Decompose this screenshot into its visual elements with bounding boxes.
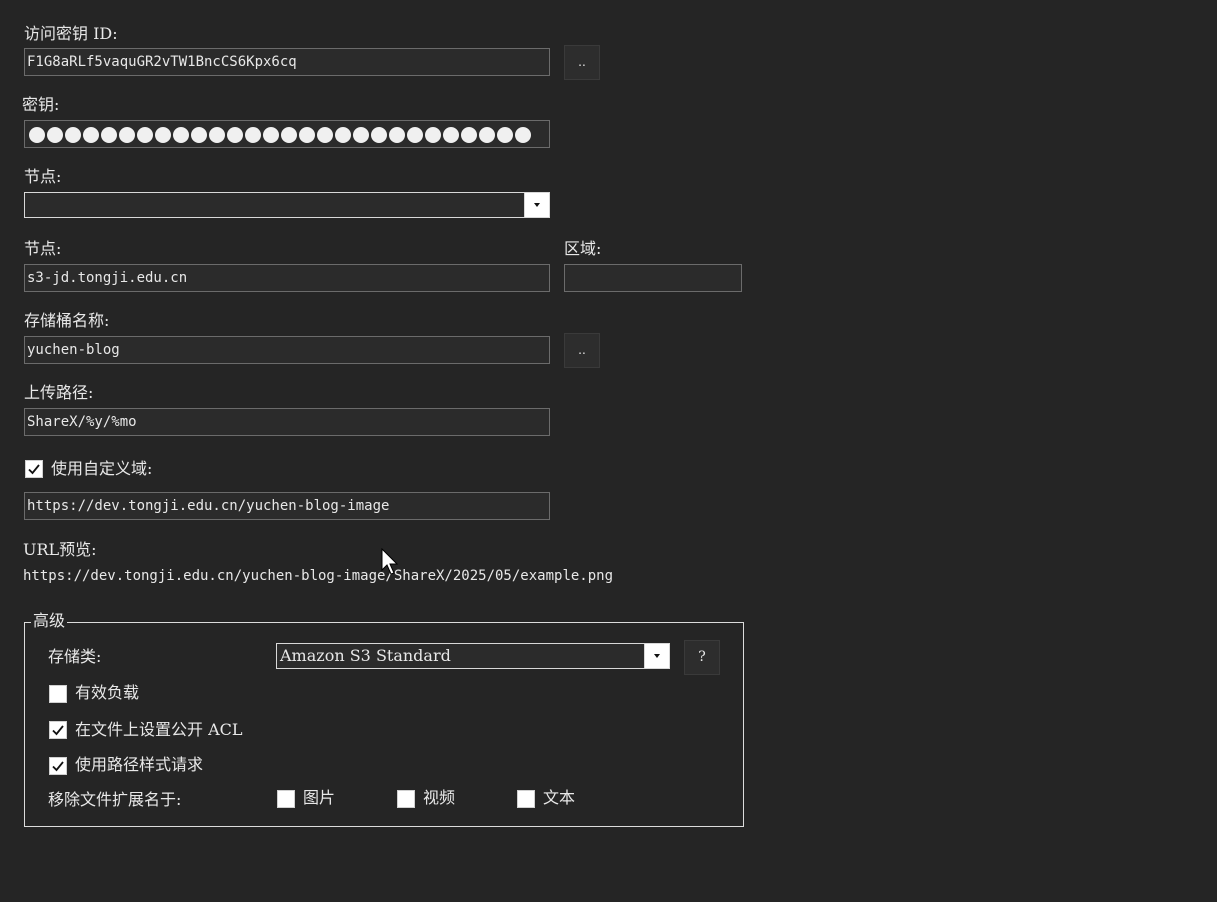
remove-ext-image-checkbox[interactable]: [277, 790, 295, 808]
endpoint-label: 节点:: [24, 239, 62, 258]
mouse-cursor-icon: [381, 548, 399, 575]
remove-ext-text-label: 文本: [543, 788, 576, 807]
storage-class-help-button[interactable]: ?: [684, 640, 720, 675]
path-style-checkbox[interactable]: [49, 757, 67, 775]
checkmark-icon: [28, 464, 40, 475]
endpoint-select[interactable]: [24, 192, 550, 218]
bucket-browse-button[interactable]: ..: [564, 333, 600, 368]
advanced-group-title: 高级: [31, 611, 68, 631]
storage-class-value: Amazon S3 Standard: [280, 646, 451, 665]
endpoint-input[interactable]: s3-jd.tongji.edu.cn: [24, 264, 550, 292]
url-preview-value: https://dev.tongji.edu.cn/yuchen-blog-im…: [23, 568, 614, 584]
bucket-label: 存储桶名称:: [24, 311, 110, 330]
public-acl-label: 在文件上设置公开 ACL: [75, 720, 243, 739]
remove-extension-label: 移除文件扩展名于:: [48, 790, 182, 809]
custom-domain-input[interactable]: https://dev.tongji.edu.cn/yuchen-blog-im…: [24, 492, 550, 520]
remove-ext-video-checkbox[interactable]: [397, 790, 415, 808]
path-style-label: 使用路径样式请求: [75, 755, 204, 774]
region-label: 区域:: [564, 239, 602, 258]
checkmark-icon: [52, 761, 64, 772]
chevron-down-icon[interactable]: [644, 644, 669, 668]
secret-key-label: 密钥:: [22, 95, 60, 114]
remove-ext-video-label: 视频: [423, 788, 456, 807]
access-key-browse-button[interactable]: ..: [564, 45, 600, 80]
url-preview-label: URL预览:: [23, 540, 97, 559]
storage-class-select[interactable]: Amazon S3 Standard: [276, 643, 670, 669]
custom-domain-checkbox[interactable]: [25, 460, 43, 478]
custom-domain-label: 使用自定义域:: [51, 459, 153, 478]
remove-ext-text-checkbox[interactable]: [517, 790, 535, 808]
upload-path-label: 上传路径:: [24, 383, 94, 402]
payload-label: 有效负载: [75, 683, 140, 702]
endpoint-select-label: 节点:: [24, 167, 62, 186]
region-input[interactable]: [564, 264, 742, 292]
bucket-input[interactable]: yuchen-blog: [24, 336, 550, 364]
checkmark-icon: [52, 725, 64, 736]
secret-key-input[interactable]: [24, 120, 550, 148]
upload-path-input[interactable]: ShareX/%y/%mo: [24, 408, 550, 436]
public-acl-checkbox[interactable]: [49, 721, 67, 739]
payload-checkbox[interactable]: [49, 685, 67, 703]
remove-ext-image-label: 图片: [303, 788, 336, 807]
masked-password-dots: [29, 127, 531, 143]
access-key-input[interactable]: F1G8aRLf5vaquGR2vTW1BncCS6Kpx6cq: [24, 48, 550, 76]
chevron-down-icon[interactable]: [524, 193, 549, 217]
storage-class-label: 存储类:: [48, 647, 102, 666]
access-key-label: 访问密钥 ID:: [24, 24, 118, 43]
